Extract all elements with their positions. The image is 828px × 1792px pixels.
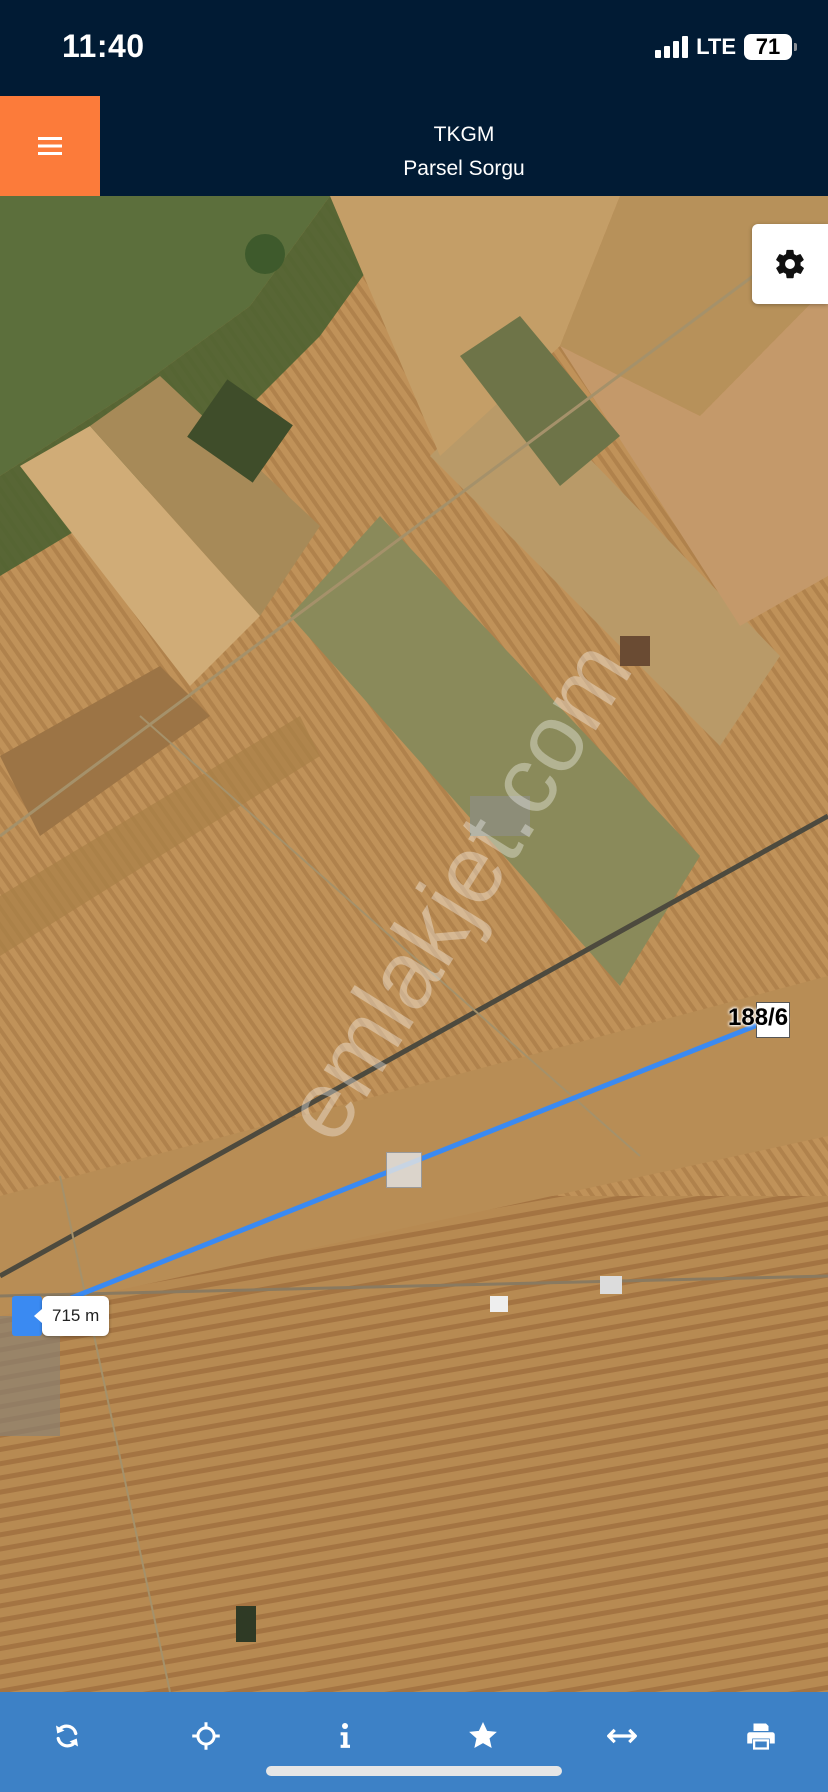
info-icon	[340, 1723, 350, 1748]
measure-icon	[607, 1728, 638, 1744]
print-icon	[747, 1723, 775, 1750]
status-indicators: LTE 71	[655, 34, 797, 60]
satellite-map[interactable]: emlakjet.com 188/6 715 m	[0, 196, 828, 1692]
print-button[interactable]	[736, 1711, 786, 1761]
page-subtitle: Parsel Sorgu	[403, 157, 525, 180]
distance-value: 715 m	[52, 1306, 100, 1325]
crosshair-icon	[192, 1722, 220, 1750]
network-type: LTE	[696, 34, 736, 59]
gear-icon	[776, 249, 804, 279]
hamburger-menu-icon	[38, 137, 62, 155]
measure-button[interactable]	[597, 1711, 647, 1761]
refresh-button[interactable]	[42, 1711, 92, 1761]
signal-icon	[655, 36, 689, 58]
locate-button[interactable]	[181, 1711, 231, 1761]
bottom-toolbar	[0, 1692, 828, 1792]
battery-level: 71	[755, 34, 781, 59]
status-bar: 11:40 LTE 71	[0, 0, 828, 96]
refresh-icon	[56, 1724, 78, 1748]
measure-midpoint-handle[interactable]	[386, 1152, 422, 1188]
menu-button[interactable]	[0, 96, 100, 196]
settings-button[interactable]	[752, 224, 828, 304]
parcel-label[interactable]: 188/6	[728, 1004, 788, 1032]
header-title-block: TKGM Parsel Sorgu	[100, 118, 828, 186]
favorite-button[interactable]	[458, 1711, 508, 1761]
battery-icon: 71	[744, 34, 797, 60]
app-title: TKGM	[433, 123, 495, 146]
home-indicator	[266, 1766, 562, 1776]
status-time: 11:40	[62, 28, 145, 64]
info-button[interactable]	[320, 1711, 370, 1761]
app-header: TKGM Parsel Sorgu	[0, 96, 828, 196]
star-icon	[469, 1722, 498, 1748]
distance-label: 715 m	[33, 1296, 110, 1336]
